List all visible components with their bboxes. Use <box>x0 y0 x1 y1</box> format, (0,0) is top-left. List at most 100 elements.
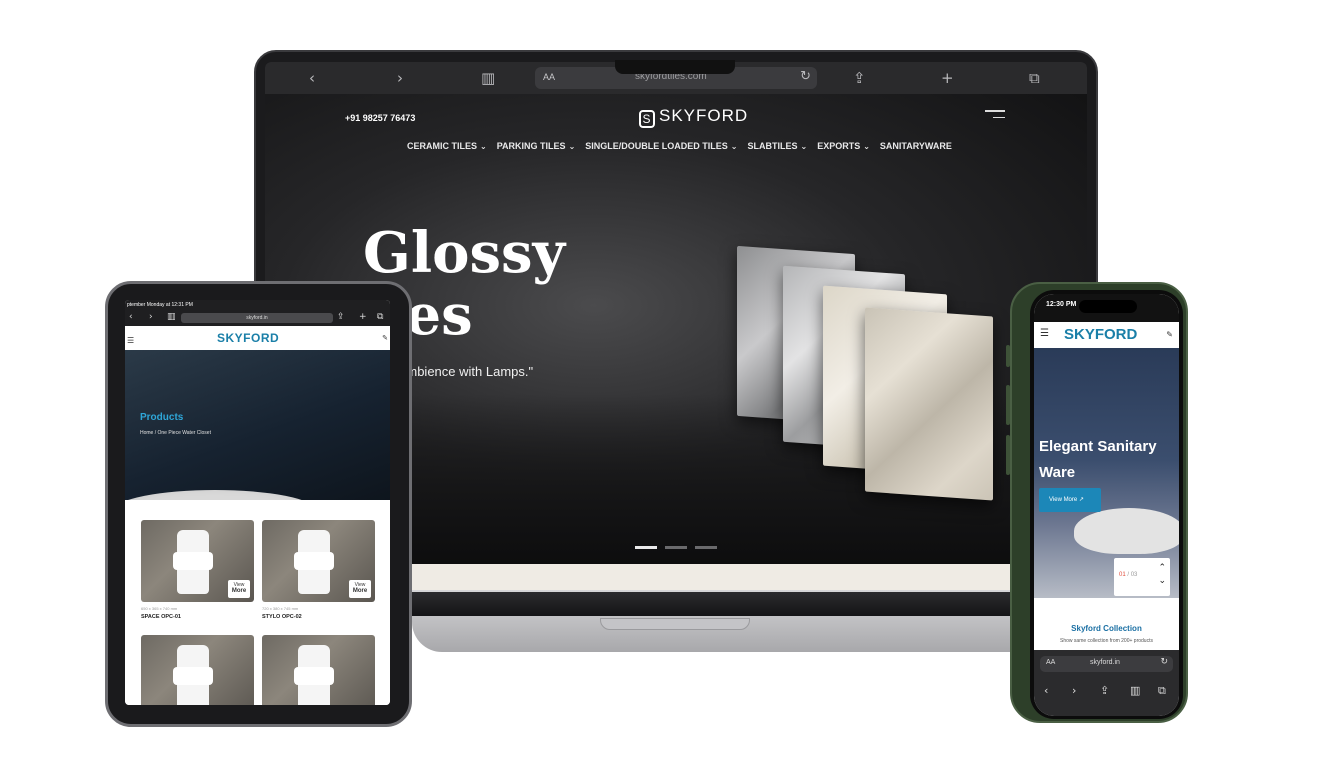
tablet-browser-toolbar: ‹ › ▥ skyford.in ⇪ + ⧉ <box>125 310 390 326</box>
tabs-overview-icon[interactable]: ⧉ <box>1158 684 1166 698</box>
edit-icon[interactable]: ✎ <box>1166 330 1173 339</box>
nav-slabtiles[interactable]: SLABTILES ⌄ <box>747 141 807 151</box>
phone-screen: 12:30 PM ☰ SKYFORD ✎ Elegant Sanitary Wa… <box>1034 294 1179 716</box>
reader-aa-button[interactable]: AA <box>543 72 555 82</box>
product-image: View More <box>262 520 375 602</box>
laptop-lid-notch <box>600 618 750 630</box>
chevron-down-icon[interactable]: ⌄ <box>1158 576 1166 586</box>
phone-status-bar: 12:30 PM <box>1034 294 1179 322</box>
product-dimensions: 720 x 380 x 745 mm <box>262 606 299 611</box>
chevron-down-icon: ⌄ <box>568 142 576 151</box>
forward-icon[interactable]: › <box>149 312 153 322</box>
product-grid: View More 650 x 365 x 740 mm SPACE OPC-01… <box>125 500 390 705</box>
new-tab-icon[interactable]: + <box>941 69 954 87</box>
bookmarks-icon[interactable]: ▥ <box>1130 684 1140 697</box>
product-image: View More <box>141 520 254 602</box>
product-name: STYLO OPC-02 <box>262 614 302 620</box>
share-icon[interactable]: ⇪ <box>1100 684 1109 697</box>
slider-dots <box>635 546 717 549</box>
address-bar[interactable]: skyford.in <box>181 313 333 323</box>
back-icon[interactable]: ‹ <box>309 69 315 87</box>
back-icon[interactable]: ‹ <box>1044 684 1048 697</box>
slider-dot[interactable] <box>665 546 687 549</box>
status-time: 12:30 PM <box>1046 301 1077 308</box>
product-card[interactable]: View More 650 x 365 x 740 mm SPACE OPC-01 <box>141 520 254 620</box>
hamburger-menu-icon[interactable]: ☰ <box>127 336 134 345</box>
header-phone[interactable]: +91 98257 76473 <box>345 113 415 123</box>
phone-side-button <box>1006 345 1010 367</box>
tablet-status-bar: ptember Monday at 12:31 PM <box>125 300 390 310</box>
section-subtitle: Show same collection from 200+ products <box>1060 638 1153 644</box>
logo-text: SKYFORD <box>659 106 749 125</box>
slider-dot[interactable] <box>635 546 657 549</box>
phone-site-header: ☰ SKYFORD ✎ <box>1034 322 1179 348</box>
tablet-screen: ptember Monday at 12:31 PM ‹ › ▥ skyford… <box>125 300 390 705</box>
breadcrumb[interactable]: Home / One Piece Water Closet <box>140 430 211 436</box>
toilet-image <box>294 530 334 594</box>
logo-mark-icon: S <box>639 110 655 128</box>
toilet-image <box>173 530 213 594</box>
view-more-button[interactable]: View More <box>349 580 371 598</box>
hero-title: Elegant Sanitary Ware <box>1039 438 1157 481</box>
new-tab-icon[interactable]: + <box>359 312 367 322</box>
nav-loaded-tiles[interactable]: SINGLE/DOUBLE LOADED TILES ⌄ <box>585 141 737 151</box>
forward-icon[interactable]: › <box>1072 684 1076 697</box>
phone-side-button <box>1006 385 1010 425</box>
tabs-overview-icon[interactable]: ⧉ <box>377 312 383 322</box>
hamburger-menu-icon[interactable]: ☰ <box>1040 328 1049 339</box>
product-card[interactable] <box>262 635 375 705</box>
forward-icon[interactable]: › <box>397 69 403 87</box>
tabs-overview-icon[interactable]: ⧉ <box>1029 69 1040 87</box>
url-text: skyford.in <box>1090 659 1120 666</box>
view-more-button[interactable]: View More ↗ <box>1039 488 1101 512</box>
sanitary-hero: Elegant Sanitary Ware View More ↗ 01 / 0… <box>1034 348 1179 598</box>
toilet-image <box>173 645 213 705</box>
chevron-down-icon: ⌄ <box>800 142 808 151</box>
tablet-site-header: ☰ SKYFORD ✎ <box>125 326 390 350</box>
share-icon[interactable]: ⇪ <box>853 69 866 87</box>
main-nav: CERAMIC TILES ⌄ PARKING TILES ⌄ SINGLE/DOU… <box>407 141 952 151</box>
chevron-down-icon: ⌄ <box>730 142 738 151</box>
chevron-down-icon: ⌄ <box>480 142 487 151</box>
product-image <box>262 635 375 705</box>
chevron-up-icon[interactable]: ⌃ <box>1158 563 1166 573</box>
site-logo[interactable]: SKYFORD <box>217 331 279 345</box>
view-more-button[interactable]: View More <box>228 580 250 598</box>
bookmarks-icon[interactable]: ▥ <box>481 69 495 87</box>
share-icon[interactable]: ⇪ <box>337 312 345 322</box>
phone-browser-toolbar: AA skyford.in ↻ ‹ › ⇪ ▥ ⧉ <box>1034 650 1179 716</box>
section-title: Skyford Collection <box>1071 624 1142 633</box>
hamburger-menu-icon[interactable] <box>985 110 1005 123</box>
site-logo[interactable]: SKYFORD <box>1064 326 1137 343</box>
product-card[interactable]: View More 720 x 380 x 745 mm STYLO OPC-02 <box>262 520 375 620</box>
edit-icon[interactable]: ✎ <box>382 334 388 342</box>
reader-aa-button[interactable]: AA <box>1046 659 1055 666</box>
nav-parking-tiles[interactable]: PARKING TILES ⌄ <box>497 141 576 151</box>
chevron-down-icon: ⌄ <box>863 142 870 151</box>
address-bar[interactable]: AA skyford.in ↻ <box>1040 656 1173 672</box>
dynamic-island <box>1079 300 1137 313</box>
product-image <box>141 635 254 705</box>
toilet-image <box>294 645 334 705</box>
reload-icon[interactable]: ↻ <box>800 69 811 84</box>
products-title: Products <box>140 412 184 423</box>
product-name: SPACE OPC-01 <box>141 614 181 620</box>
bookmarks-icon[interactable]: ▥ <box>167 312 176 322</box>
tile-image <box>865 307 993 501</box>
back-icon[interactable]: ‹ <box>129 312 133 322</box>
bathtub-image <box>1074 508 1179 554</box>
product-dimensions: 650 x 365 x 740 mm <box>141 606 178 611</box>
site-logo[interactable]: S SKYFORD <box>639 106 748 128</box>
phone-side-button <box>1006 435 1010 475</box>
product-card[interactable] <box>141 635 254 705</box>
laptop-camera-notch <box>615 60 735 74</box>
slide-counter: 01 / 03 ⌃ ⌄ <box>1114 558 1170 596</box>
laptop-hinge <box>412 592 1040 616</box>
nav-sanitaryware[interactable]: SANITARYWARE <box>880 141 952 151</box>
products-hero <box>125 350 390 530</box>
collection-section: Skyford Collection Show same collection … <box>1034 598 1179 658</box>
nav-ceramic-tiles[interactable]: CERAMIC TILES ⌄ <box>407 141 487 151</box>
nav-exports[interactable]: EXPORTS ⌄ <box>817 141 870 151</box>
reload-icon[interactable]: ↻ <box>1160 657 1168 667</box>
slider-dot[interactable] <box>695 546 717 549</box>
